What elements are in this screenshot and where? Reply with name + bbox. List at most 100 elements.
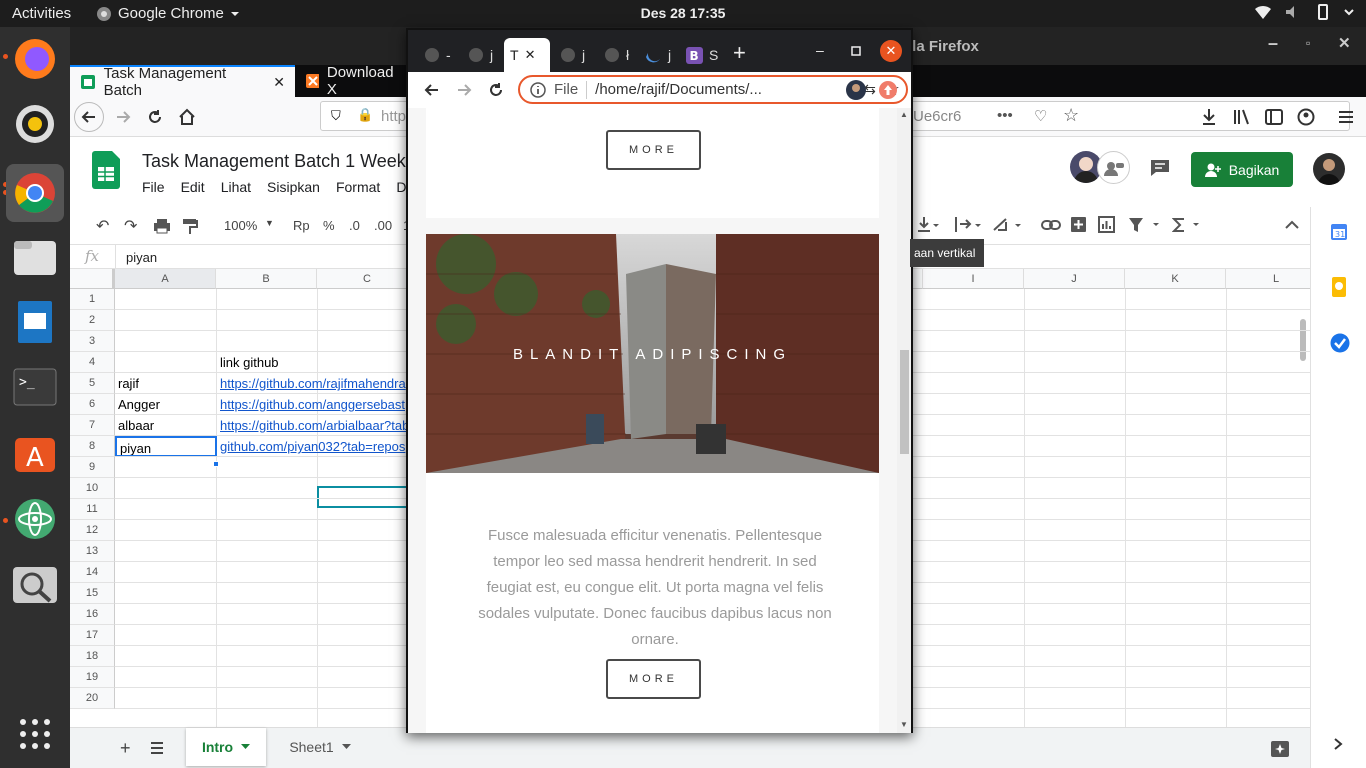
tab-close-icon[interactable]: ✕ <box>525 47 536 63</box>
more-button-2[interactable]: MORE <box>606 659 701 699</box>
more-button[interactable]: MORE <box>606 130 701 170</box>
tab-close-icon[interactable]: ✕ <box>273 74 285 91</box>
row-header[interactable]: 13 <box>70 541 115 562</box>
add-sheet-icon[interactable]: + <box>120 738 131 759</box>
menu-view[interactable]: Lihat <box>221 179 251 195</box>
chrome-tab[interactable]: j <box>554 38 591 72</box>
sidebar-toggle-icon[interactable] <box>1265 108 1283 126</box>
format-currency-button[interactable]: Rp <box>293 218 310 233</box>
page-scrollbar[interactable]: ▲ ▼ <box>897 108 911 733</box>
functions-icon[interactable] <box>1172 217 1202 233</box>
image-viewer-launcher[interactable] <box>10 561 60 611</box>
maximize-icon[interactable]: ▫ <box>1306 36 1310 50</box>
column-header-k[interactable]: K <box>1125 269 1226 289</box>
maximize-icon[interactable] <box>851 46 861 56</box>
sheet-tab-sheet1[interactable]: Sheet1 <box>275 728 365 766</box>
document-title[interactable]: Task Management Batch 1 Weeke <box>142 151 416 172</box>
arrow-left-icon[interactable] <box>424 82 440 98</box>
format-percent-button[interactable]: % <box>323 218 335 233</box>
bookmark-star-icon[interactable]: ☆ <box>1063 105 1079 126</box>
sheet-tab-intro[interactable]: Intro <box>186 728 266 766</box>
menu-edit[interactable]: Edit <box>181 179 205 195</box>
scroll-down-icon[interactable]: ▼ <box>900 720 908 729</box>
arrow-right-icon[interactable] <box>456 82 472 98</box>
files-launcher[interactable] <box>10 232 60 282</box>
library-icon[interactable] <box>1233 108 1251 126</box>
fill-handle[interactable] <box>213 461 219 467</box>
text-wrapping-icon[interactable] <box>954 216 984 234</box>
chrome-tab[interactable]: j <box>638 38 677 72</box>
scrollbar-thumb[interactable] <box>900 350 909 454</box>
zoom-select[interactable]: 100% <box>224 218 257 233</box>
menu-insert[interactable]: Sisipkan <box>267 179 320 195</box>
insert-comment-icon[interactable] <box>1070 216 1087 233</box>
row-header[interactable]: 2 <box>70 310 115 331</box>
menu-file[interactable]: File <box>142 179 165 195</box>
reload-icon[interactable] <box>488 82 504 98</box>
cell-a6[interactable]: albaar <box>115 415 154 436</box>
chrome-launcher[interactable] <box>6 164 64 222</box>
tab-download[interactable]: Download X <box>295 64 407 98</box>
row-header[interactable]: 10 <box>70 478 115 499</box>
row-header[interactable]: 12 <box>70 520 115 541</box>
chrome-tab[interactable]: j <box>462 38 499 72</box>
row-header[interactable]: 20 <box>70 688 115 709</box>
show-applications-button[interactable] <box>10 709 60 759</box>
download-icon[interactable] <box>1201 108 1217 126</box>
software-launcher[interactable]: A <box>10 427 60 477</box>
row-header[interactable]: 8 <box>70 436 115 457</box>
row-header[interactable]: 14 <box>70 562 115 583</box>
scroll-up-icon[interactable]: ▲ <box>900 110 908 119</box>
row-header[interactable]: 7 <box>70 415 115 436</box>
minimize-icon[interactable]: – <box>816 42 824 58</box>
row-header[interactable]: 4 <box>70 352 115 373</box>
row-header[interactable]: 5 <box>70 373 115 394</box>
column-header-j[interactable]: J <box>1024 269 1125 289</box>
row-header[interactable]: 15 <box>70 583 115 604</box>
row-header[interactable]: 17 <box>70 625 115 646</box>
firefox-launcher[interactable] <box>10 34 60 84</box>
cell-c9-highlight[interactable] <box>317 486 418 508</box>
chrome-tab[interactable]: B S <box>680 38 724 72</box>
reload-icon[interactable] <box>147 109 163 125</box>
view-collaborators-button[interactable] <box>1097 151 1130 184</box>
row-header[interactable]: 16 <box>70 604 115 625</box>
cell-b3[interactable]: link github <box>217 352 279 373</box>
cell-b6[interactable]: https://github.com/arbialbaar?tab <box>217 415 417 436</box>
cell-b4[interactable]: https://github.com/rajifmahendra <box>217 373 417 394</box>
redo-icon[interactable]: ↷ <box>124 216 137 236</box>
new-tab-icon[interactable]: + <box>733 40 746 66</box>
cell-a7-selected[interactable]: piyan <box>115 436 217 457</box>
share-button[interactable]: Bagikan <box>1191 152 1293 187</box>
insert-chart-icon[interactable] <box>1098 216 1115 233</box>
menu-format[interactable]: Format <box>336 179 380 195</box>
comment-icon[interactable] <box>1150 159 1170 177</box>
column-header-b[interactable]: B <box>216 269 317 289</box>
atom-launcher[interactable] <box>10 494 60 544</box>
libreoffice-impress-launcher[interactable] <box>10 297 60 347</box>
close-icon[interactable]: ✕ <box>1338 34 1351 52</box>
print-icon[interactable] <box>153 218 171 234</box>
hamburger-menu-icon[interactable] <box>1338 109 1354 125</box>
decrease-decimal-button[interactable]: .0 <box>349 218 360 233</box>
row-header[interactable]: 19 <box>70 667 115 688</box>
column-header-i[interactable]: I <box>923 269 1024 289</box>
row-header[interactable]: 3 <box>70 331 115 352</box>
column-header-a[interactable]: A <box>115 269 216 289</box>
column-header-c[interactable]: C <box>317 269 418 289</box>
zoom-dropdown-icon[interactable]: ▼ <box>265 218 274 228</box>
account-icon[interactable] <box>1297 108 1315 126</box>
all-sheets-icon[interactable] <box>150 742 164 754</box>
calendar-icon[interactable]: 31 <box>1330 223 1348 241</box>
cell-b5[interactable]: https://github.com/anggersebast <box>217 394 417 415</box>
vertical-scrollbar[interactable] <box>1300 319 1306 361</box>
tab-task-management[interactable]: Task Management Batch ✕ <box>70 65 295 99</box>
explore-icon[interactable] <box>1270 740 1290 758</box>
rhythmbox-launcher[interactable] <box>10 99 60 149</box>
tasks-icon[interactable] <box>1330 333 1350 353</box>
system-tray[interactable] <box>1254 4 1354 20</box>
filter-icon[interactable] <box>1128 217 1162 233</box>
chrome-tab[interactable]: ł <box>598 38 635 72</box>
chrome-tab-active[interactable]: T ✕ <box>504 38 550 72</box>
row-header[interactable]: 18 <box>70 646 115 667</box>
